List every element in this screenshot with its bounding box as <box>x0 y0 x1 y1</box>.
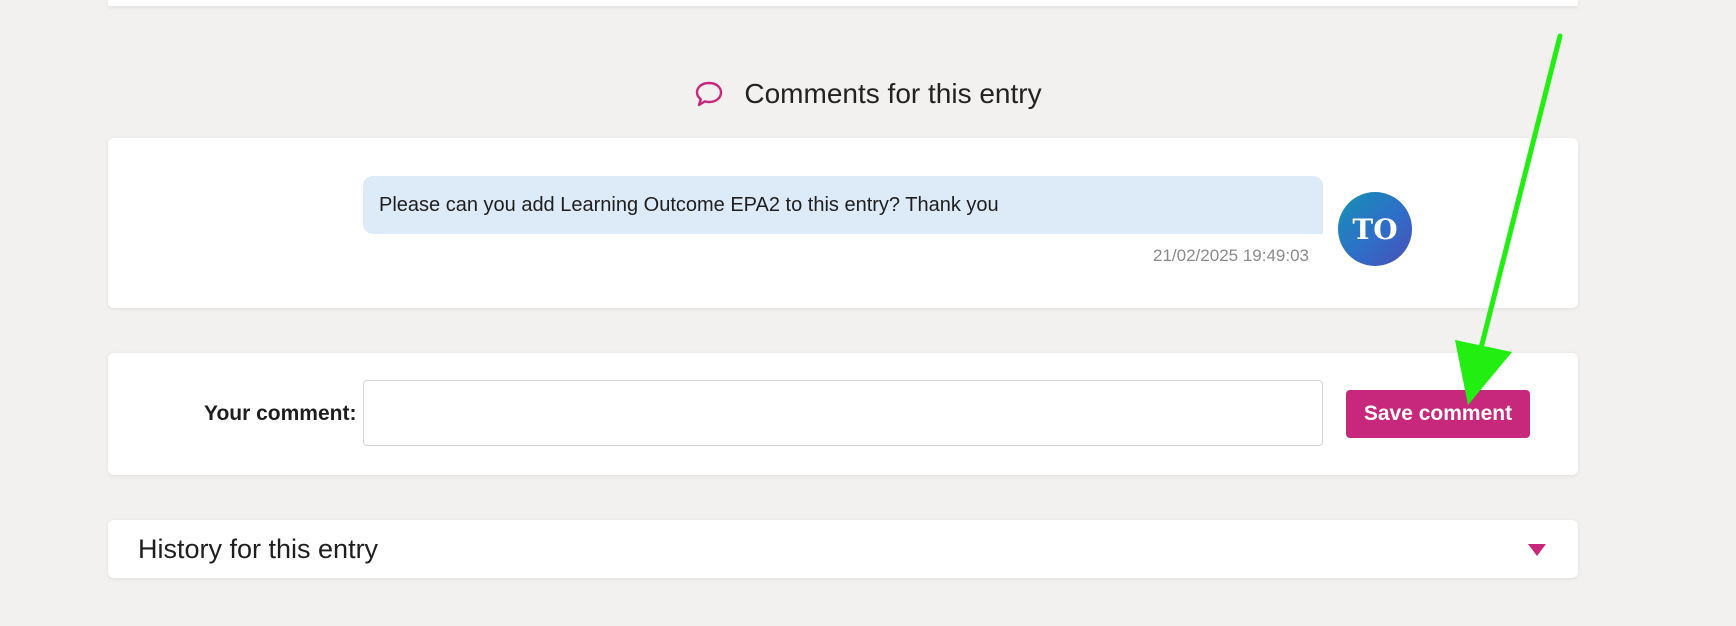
comment-icon <box>694 79 724 109</box>
previous-card-edge <box>108 0 1578 6</box>
page-title: Comments for this entry <box>744 78 1042 109</box>
history-card[interactable]: History for this entry <box>108 520 1578 578</box>
page: Comments for this entry Please can you a… <box>0 0 1736 626</box>
save-comment-button[interactable]: Save comment <box>1346 390 1530 438</box>
comment-form-card: Your comment: Save comment <box>108 353 1578 475</box>
comment-label: Your comment: <box>204 402 357 425</box>
caret-down-icon[interactable] <box>1526 542 1548 558</box>
comment-timestamp: 21/02/2025 19:49:03 <box>1153 246 1309 265</box>
comment-input[interactable] <box>363 380 1323 446</box>
history-title: History for this entry <box>138 534 379 564</box>
comment-bubble: Please can you add Learning Outcome EPA2… <box>363 176 1323 234</box>
comments-card: Please can you add Learning Outcome EPA2… <box>108 138 1578 308</box>
avatar: TO <box>1338 192 1412 266</box>
comments-heading: Comments for this entry <box>0 78 1736 110</box>
